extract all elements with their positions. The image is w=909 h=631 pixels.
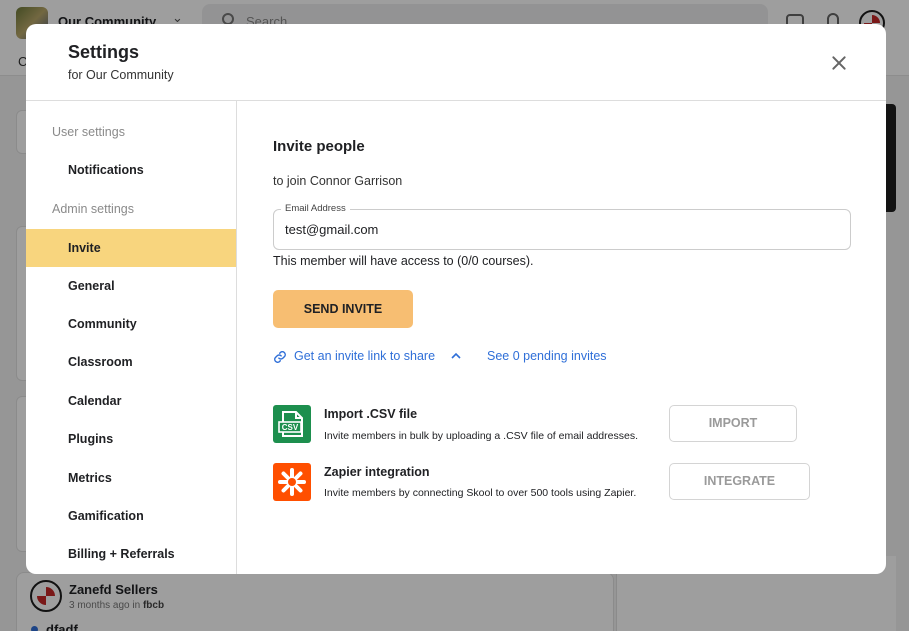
- sidebar-item-gamification[interactable]: Gamification: [26, 497, 236, 535]
- send-invite-button[interactable]: SEND INVITE: [273, 290, 413, 328]
- email-field-label: Email Address: [281, 203, 350, 214]
- sidebar-group-user-settings: User settings: [52, 125, 125, 139]
- sidebar-item-general[interactable]: General: [26, 267, 236, 305]
- integration-title: Zapier integration: [324, 465, 430, 479]
- access-note: This member will have access to (0/0 cou…: [273, 254, 534, 268]
- invite-panel: Invite people to join Connor Garrison Em…: [237, 101, 886, 574]
- sidebar-item-notifications[interactable]: Notifications: [26, 151, 236, 189]
- integrate-button[interactable]: INTEGRATE: [669, 463, 810, 500]
- csv-file-icon: CSV: [273, 405, 311, 443]
- sidebar-item-invite[interactable]: Invite: [26, 229, 236, 267]
- pending-invites-link[interactable]: See 0 pending invites: [487, 349, 607, 363]
- zapier-icon: [273, 463, 311, 501]
- sidebar-group-admin-settings: Admin settings: [52, 202, 134, 216]
- invite-subtitle: to join Connor Garrison: [273, 174, 403, 188]
- modal-subtitle: for Our Community: [68, 68, 174, 82]
- sidebar-item-community[interactable]: Community: [26, 305, 236, 343]
- invite-title: Invite people: [273, 138, 365, 155]
- sidebar-item-calendar[interactable]: Calendar: [26, 382, 236, 420]
- sidebar-item-classroom[interactable]: Classroom: [26, 343, 236, 381]
- import-button[interactable]: IMPORT: [669, 405, 797, 442]
- sidebar-item-plugins[interactable]: Plugins: [26, 420, 236, 458]
- settings-modal: Settings for Our Community User settings…: [26, 24, 886, 574]
- email-input[interactable]: [285, 219, 835, 239]
- modal-title: Settings: [68, 42, 140, 62]
- integration-description: Invite members in bulk by uploading a .C…: [324, 430, 638, 442]
- modal-header: Settings for Our Community: [26, 24, 886, 101]
- settings-sidebar: User settings Notifications Admin settin…: [26, 101, 237, 574]
- svg-text:CSV: CSV: [282, 423, 299, 432]
- close-icon[interactable]: [826, 50, 852, 76]
- integration-description: Invite members by connecting Skool to ov…: [324, 487, 637, 499]
- invite-link-toggle[interactable]: Get an invite link to share: [294, 349, 435, 363]
- sidebar-item-metrics[interactable]: Metrics: [26, 459, 236, 497]
- link-icon[interactable]: [273, 350, 287, 364]
- sidebar-item-billing-referrals[interactable]: Billing + Referrals: [26, 535, 236, 573]
- chevron-up-icon[interactable]: [451, 352, 461, 360]
- integration-title: Import .CSV file: [324, 407, 418, 421]
